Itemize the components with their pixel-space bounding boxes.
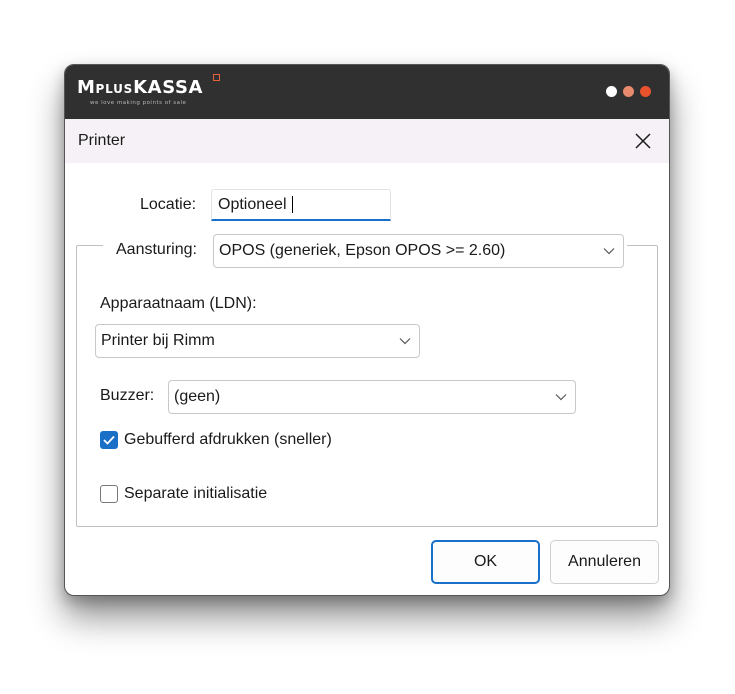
separate-init-checkbox[interactable]: [100, 485, 118, 503]
aansturing-label: Aansturing:: [116, 241, 197, 258]
locatie-label: Locatie:: [140, 196, 197, 213]
dialog-header: Printer: [65, 119, 669, 163]
window-dots: [606, 86, 651, 97]
ok-button[interactable]: OK: [431, 540, 540, 584]
brand-tagline: we love making points of sale: [90, 100, 187, 106]
separate-init-label: Separate initialisatie: [124, 485, 268, 502]
ldn-value: Printer bij Rimm: [101, 332, 215, 349]
app-titlebar: MPLUSKASSA we love making points of sale: [65, 65, 669, 119]
dot-salmon-icon[interactable]: [623, 86, 634, 97]
ldn-label: Apparaatnaam (LDN):: [100, 295, 257, 312]
dot-white-icon[interactable]: [606, 86, 617, 97]
chevron-down-icon: [399, 338, 411, 345]
buzzer-value: (geen): [174, 388, 221, 405]
buzzer-label: Buzzer:: [100, 387, 155, 404]
buffered-checkbox[interactable]: [100, 431, 118, 449]
printer-dialog-window: MPLUSKASSA we love making points of sale…: [64, 64, 670, 596]
chevron-down-icon: [603, 248, 615, 255]
close-icon[interactable]: [633, 131, 653, 151]
brand-wordmark: MPLUSKASSA: [77, 77, 204, 98]
aansturing-value: OPOS (generiek, Epson OPOS >= 2.60): [219, 242, 506, 259]
checkmark-icon: [103, 435, 115, 445]
aansturing-select[interactable]: OPOS (generiek, Epson OPOS >= 2.60): [213, 234, 624, 268]
text-caret: [292, 196, 293, 213]
buzzer-select[interactable]: (geen): [168, 380, 576, 414]
cancel-button[interactable]: Annuleren: [550, 540, 659, 584]
brand-square-icon: [213, 74, 220, 81]
locatie-input[interactable]: [211, 189, 391, 221]
ldn-select[interactable]: Printer bij Rimm: [95, 324, 420, 358]
dot-orange-icon[interactable]: [640, 86, 651, 97]
chevron-down-icon: [555, 394, 567, 401]
dialog-title: Printer: [78, 132, 126, 149]
buffered-label: Gebufferd afdrukken (sneller): [124, 431, 332, 448]
